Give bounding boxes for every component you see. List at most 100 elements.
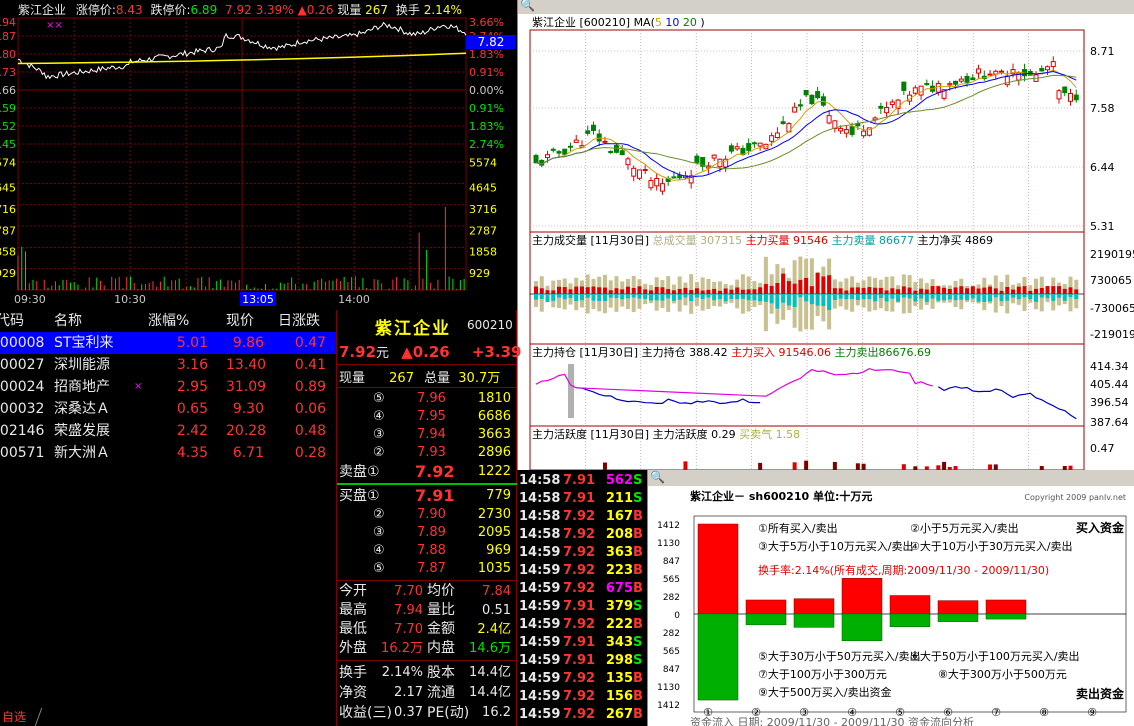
vol-sell-bar: [959, 294, 964, 300]
vol-panel-tick: 730065: [1090, 274, 1132, 287]
fundflow-titlebar[interactable]: 🔍: [648, 470, 1134, 486]
intraday-panel[interactable]: 紫江企业 涨停价:8.43 跌停价:6.89 7.92 3.39% ▲0.26 …: [0, 0, 516, 308]
intraday-chart[interactable]: 7.947.87 7.80 7.73 7.66 7.59 7.52 7.45 3.66% 2.7…: [0, 0, 516, 308]
vol-buy-bar: [631, 287, 636, 294]
tick-side: S: [633, 473, 643, 488]
stat-value: 7.94: [394, 603, 423, 618]
candle-body: [774, 132, 780, 139]
active-bar: [602, 462, 607, 470]
stock-pct: 4.35: [176, 445, 208, 461]
stock-change: 0.28: [294, 445, 326, 461]
vol-buy-bar: [654, 287, 659, 294]
tick-time: 14:59: [519, 707, 561, 722]
vol-sell-bar: [861, 294, 866, 300]
vol-buy-bar: [965, 288, 970, 294]
candle-body: [648, 180, 654, 189]
stock-list[interactable]: 代码 名称 涨幅% 现价 日涨跌 000008ST宝利来5.019.860.47…: [0, 310, 336, 710]
ask-row[interactable]: ④ 7.95 6686: [337, 408, 517, 426]
stock-code: 000027: [0, 357, 45, 373]
stock-price: 6.71: [232, 445, 264, 461]
vol-sell-bar: [804, 294, 809, 302]
vol-buy-bar: [694, 288, 699, 294]
candle-body: [792, 106, 798, 113]
ask-row[interactable]: ③ 7.94 3663: [337, 426, 517, 444]
bid-row[interactable]: ③ 7.89 2095: [337, 524, 517, 542]
tick-side: B: [633, 617, 643, 632]
candle-body: [711, 154, 717, 159]
fundflow-ytick: 1412: [657, 521, 680, 531]
ask-price: 7.94: [417, 427, 446, 442]
vol-sell-bar: [1062, 294, 1067, 301]
ma-line: [535, 70, 1077, 178]
vol-sell-bar: [884, 294, 889, 302]
stock-list-row[interactable]: 000024 招商地产 2.95 31.09 0.89 ×: [0, 376, 336, 398]
vol-buy-bar: [1074, 289, 1079, 294]
stock-list-row[interactable]: 000571 新大洲Ａ 4.35 6.71 0.28: [0, 442, 336, 464]
stock-list-row[interactable]: 002146 荣盛发展 2.42 20.28 0.48: [0, 420, 336, 442]
current-price-marker: 7.82: [466, 35, 516, 49]
vol-panel-tick: -730065: [1090, 302, 1134, 315]
hold-panel-header: 主力持仓 [11月30日] 主力持仓 388.42 主力买入 91546.06 …: [532, 345, 931, 359]
vol-buy-bar: [746, 289, 751, 294]
tick-panel[interactable]: 14:58 7.91 562 S 14:58 7.91 211 S 14:58 7.92 167 B 1…: [517, 470, 647, 726]
vol-sell-bar: [677, 294, 682, 300]
ask-row[interactable]: ② 7.93 2896: [337, 444, 517, 462]
stock-list-row[interactable]: 000008 ST宝利来 5.01 9.86 0.47: [0, 332, 336, 354]
tick-volume: 267: [605, 707, 633, 722]
sep-line-2: [337, 387, 517, 388]
magnifier-icon[interactable]: 🔍: [520, 0, 535, 12]
bid-row[interactable]: ⑤ 7.87 1035: [337, 560, 517, 578]
vol-buy-bar: [781, 273, 786, 294]
vol-tick-label: 4645: [469, 182, 497, 195]
stock-code: 000024: [0, 379, 45, 395]
bid-row[interactable]: ② 7.90 2730: [337, 506, 517, 524]
vol-buy-bar: [786, 281, 791, 294]
vol-tick-label: 3716: [0, 203, 16, 216]
tick-side: S: [633, 635, 643, 650]
vol-buy-bar: [1016, 286, 1021, 294]
stock-list-row[interactable]: 000032 深桑达Ａ 0.65 9.30 0.06: [0, 398, 336, 420]
bid-price: 7.87: [417, 561, 446, 576]
vol-buy-bar: [844, 290, 849, 294]
active-bar: [832, 461, 837, 470]
fundflow-chart[interactable]: 紫江企业－ sh600210 单位:十万元 Copyright 2009 panl…: [648, 486, 1134, 726]
fundflow-buy-title: 买入资金: [1076, 520, 1125, 535]
vol-buy-bar: [614, 288, 619, 294]
candle-body: [838, 127, 844, 132]
tick-price: 7.91: [563, 491, 596, 506]
ask-volume: 1810: [477, 391, 511, 406]
vol-buy-bar: [815, 272, 820, 294]
quote-panel[interactable]: 紫江企业 600210 7.92元 ▲0.26 +3.39 现量 267 总量 …: [336, 310, 521, 726]
vol-sell-bar: [1039, 294, 1044, 298]
vol-sell-bar: [763, 294, 768, 302]
price-tick-label: 7.45: [0, 138, 16, 151]
vol-sell-bar: [798, 294, 803, 298]
fundflow-bottom-cut: 资金流入 日期: 2009/11/30 - 2009/11/30 资金流向分析: [690, 715, 974, 726]
kline-chart[interactable]: 紫江企业 [600210] MA(5 10 20 ) 8.71 7.58 6.44 5.…: [518, 14, 1134, 470]
tick-row: 14:59 7.92 363 B: [517, 544, 647, 562]
tick-price: 7.92: [563, 527, 596, 542]
stat-value: 7.84: [482, 584, 511, 599]
kline-window[interactable]: 🔍 紫江企业 [600210] MA(5 10 20 ) 8.71 7.58 6.44…: [517, 0, 1134, 470]
vol-tick-label: 2787: [0, 224, 16, 237]
bid1-row[interactable]: 买盘① 7.91 779: [337, 486, 517, 506]
active-bar: [758, 462, 763, 470]
price-tick-label: 7.59: [0, 102, 16, 115]
stock-change: 0.47: [294, 335, 326, 351]
stat-value: 14.6万: [469, 641, 511, 656]
ask1-row[interactable]: 卖盘① 7.92 1222: [337, 462, 517, 482]
tick-price: 7.91: [563, 599, 596, 614]
fundflow-window[interactable]: 🔍 紫江企业－ sh600210 单位:十万元 Copyright 2009 pa…: [647, 470, 1134, 726]
bid-row[interactable]: ④ 7.88 969: [337, 542, 517, 560]
kline-titlebar[interactable]: 🔍: [518, 0, 1134, 14]
vol-buy-bar: [850, 287, 855, 294]
magnifier-icon[interactable]: 🔍: [650, 470, 665, 484]
stock-list-row[interactable]: 000027 深圳能源 3.16 13.40 0.41: [0, 354, 336, 376]
vol-sell-bar: [746, 294, 751, 301]
active-bar: [792, 462, 797, 470]
vol-buy-bar: [832, 288, 837, 294]
ask-volume: 3663: [477, 427, 511, 442]
ask-row[interactable]: ⑤ 7.96 1810: [337, 390, 517, 408]
candle-body: [976, 68, 982, 74]
vol-sell-bar: [844, 294, 849, 300]
